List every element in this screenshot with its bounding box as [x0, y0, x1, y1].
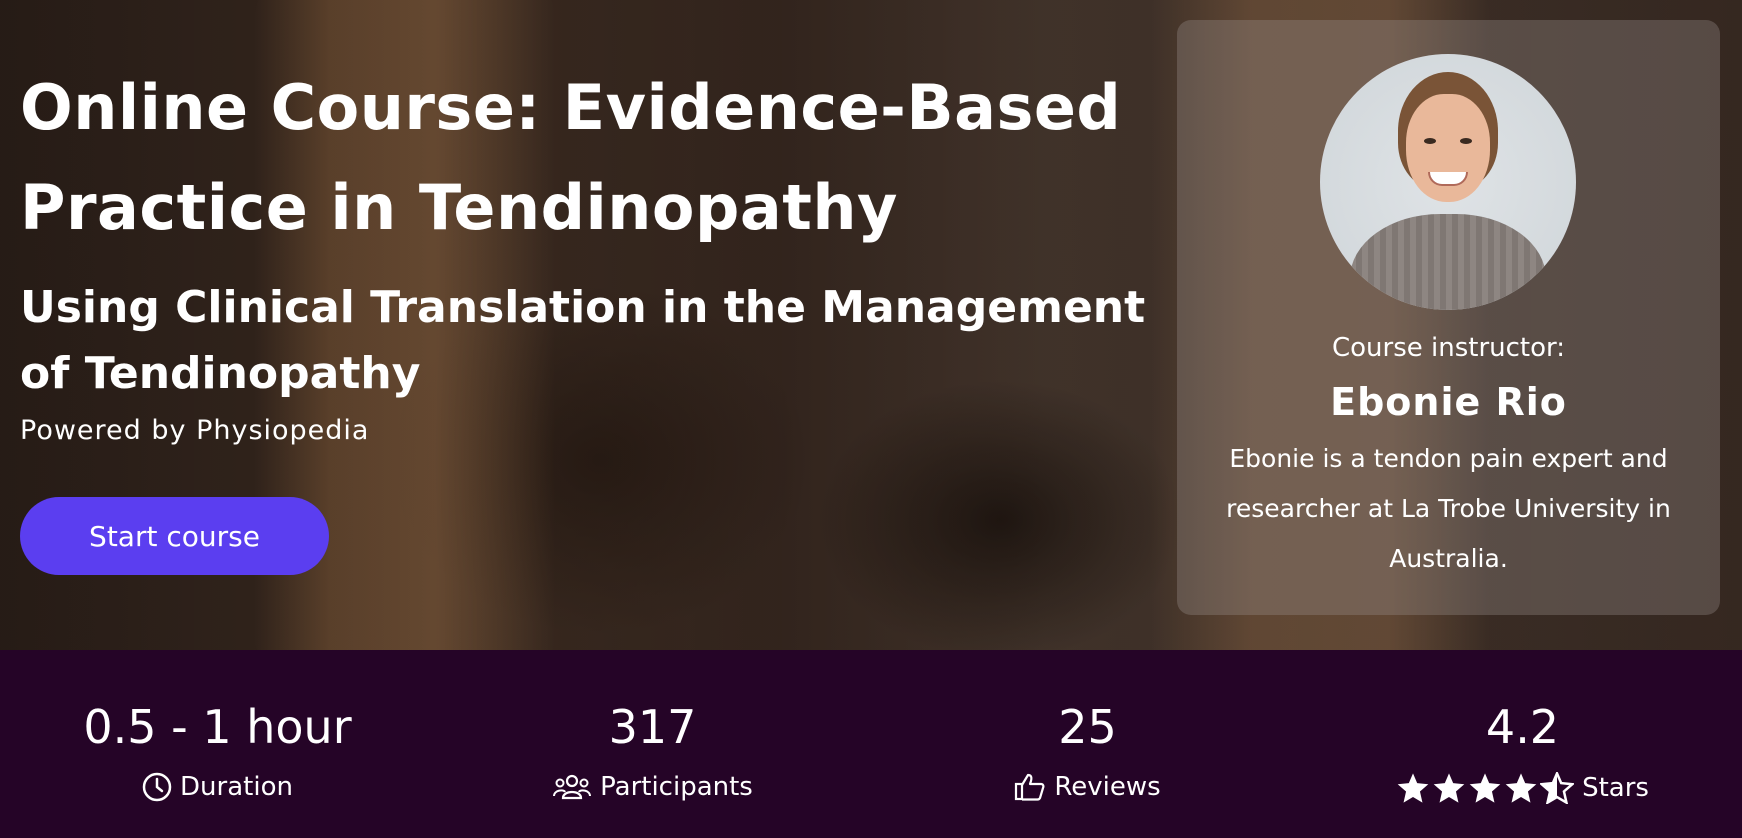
course-subtitle: Using Clinical Translation in the Manage… — [20, 282, 1146, 399]
instructor-bio: Ebonie is a tendon pain expert and resea… — [1226, 444, 1671, 573]
reviews-value: 25 — [1058, 700, 1117, 754]
star-rating — [1396, 772, 1575, 804]
instructor-avatar — [1320, 54, 1576, 310]
reviews-label: Reviews — [1054, 772, 1161, 802]
duration-label: Duration — [180, 772, 293, 802]
stat-duration: 0.5 - 1 hour Duration — [0, 650, 435, 838]
star-half-icon — [1540, 772, 1575, 804]
rating-value: 4.2 — [1485, 700, 1560, 754]
powered-by: Powered by Physiopedia — [20, 415, 370, 446]
thumbs-up-icon — [1014, 772, 1046, 802]
participants-label: Participants — [600, 772, 753, 802]
star-icon — [1505, 773, 1537, 803]
star-icon — [1397, 773, 1429, 803]
participants-value: 317 — [608, 700, 697, 754]
stat-participants: 317 Participants — [435, 650, 870, 838]
duration-value: 0.5 - 1 hour — [83, 700, 352, 754]
stat-rating: 4.2 Stars — [1305, 650, 1740, 838]
clock-icon — [142, 772, 172, 802]
instructor-label: Course instructor: — [1331, 333, 1566, 363]
users-icon — [552, 772, 592, 802]
start-course-button[interactable]: Start course — [20, 497, 329, 575]
rating-label: Stars — [1582, 773, 1649, 803]
course-title: Online Course: Evidence-Based Practice i… — [20, 71, 1122, 244]
stat-reviews: 25 Reviews — [870, 650, 1305, 838]
course-stats-bar: 0.5 - 1 hour Duration 317 Participants 2… — [0, 650, 1742, 838]
instructor-card: Course instructor: Ebonie Rio Ebonie is … — [1177, 20, 1720, 615]
instructor-name: Ebonie Rio — [1330, 380, 1567, 424]
star-icon — [1469, 773, 1501, 803]
hero-banner: Online Course: Evidence-Based Practice i… — [0, 0, 1742, 650]
star-icon — [1433, 773, 1465, 803]
